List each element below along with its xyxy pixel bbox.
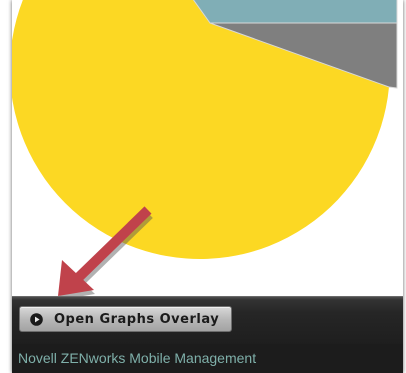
- product-name: Novell ZENworks Mobile Management: [18, 350, 257, 366]
- graphs-toolbar: Open Graphs Overlay: [12, 296, 403, 345]
- app-window: Open Graphs Overlay Novell ZENworks Mobi…: [12, 0, 403, 373]
- open-graphs-overlay-label: Open Graphs Overlay: [54, 311, 220, 327]
- open-graphs-overlay-button[interactable]: Open Graphs Overlay: [19, 306, 233, 332]
- graph-content-area: [12, 0, 403, 296]
- footer-bar: Novell ZENworks Mobile Management: [12, 344, 403, 373]
- red-arrow-icon: [58, 206, 153, 296]
- play-circle-icon: [30, 312, 43, 326]
